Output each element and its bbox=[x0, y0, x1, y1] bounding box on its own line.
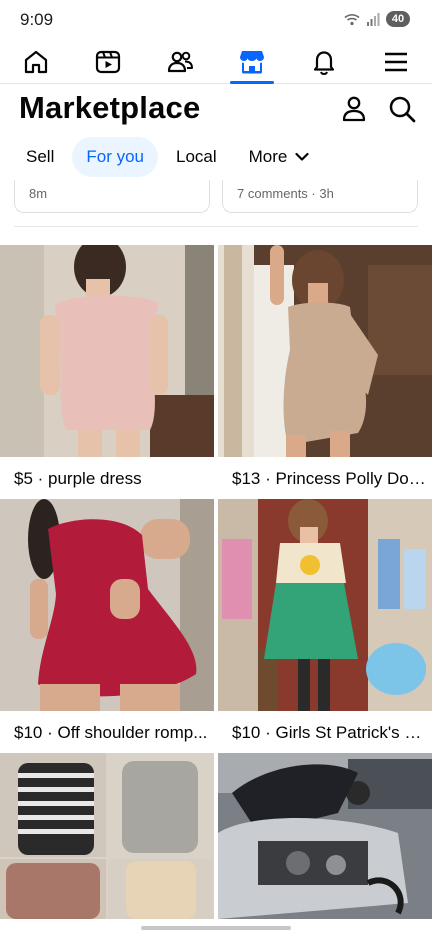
tab-notifications[interactable] bbox=[288, 40, 360, 83]
home-icon bbox=[24, 50, 48, 73]
marketplace-header: Marketplace bbox=[0, 88, 432, 132]
listing-caption: $10 · Girls St Patrick's D... bbox=[232, 723, 431, 742]
local-button[interactable]: Local bbox=[162, 137, 231, 177]
listing-photo bbox=[218, 499, 432, 711]
tab-menu[interactable] bbox=[360, 40, 432, 83]
status-icons: 40 bbox=[344, 11, 410, 27]
home-indicator bbox=[141, 926, 291, 930]
previous-card-left[interactable]: 8m bbox=[14, 180, 210, 213]
status-time: 9:09 bbox=[20, 10, 54, 29]
chevron-down-icon bbox=[295, 152, 309, 161]
status-bar: 9:09 40 bbox=[0, 0, 432, 38]
friends-icon bbox=[167, 51, 193, 72]
wifi-icon bbox=[344, 13, 360, 25]
listing-photo bbox=[0, 245, 214, 457]
for-you-button[interactable]: For you bbox=[72, 137, 158, 177]
listing-photo bbox=[0, 499, 214, 711]
notifications-icon bbox=[313, 50, 335, 75]
listing-card[interactable]: $10 · Off shoulder romp... bbox=[0, 499, 214, 753]
page-title: Marketplace bbox=[19, 90, 201, 125]
menu-icon bbox=[385, 52, 407, 71]
more-button[interactable]: More bbox=[235, 137, 324, 177]
card-meta: 8m bbox=[29, 186, 48, 201]
listing-card[interactable]: $5 · purple dress bbox=[0, 245, 214, 499]
listing-card[interactable]: $10 · Girls St Patrick's D... bbox=[218, 499, 432, 753]
listing-caption: $13 · Princess Polly Don... bbox=[232, 469, 432, 488]
tab-video[interactable] bbox=[72, 40, 144, 83]
listing-photo bbox=[218, 753, 432, 919]
listing-caption: $10 · Off shoulder romp... bbox=[14, 723, 208, 742]
listing-card[interactable]: $13 · Princess Polly Don... bbox=[218, 245, 432, 499]
filter-pills: Sell For you Local More bbox=[12, 137, 323, 177]
previous-card-right[interactable]: 7 comments · 3h bbox=[222, 180, 418, 213]
listing-caption: $5 · purple dress bbox=[14, 469, 142, 488]
listing-photo bbox=[218, 245, 432, 457]
tab-home[interactable] bbox=[0, 40, 72, 83]
tab-marketplace[interactable] bbox=[216, 40, 288, 84]
battery-icon: 40 bbox=[386, 11, 410, 27]
listing-card[interactable] bbox=[0, 753, 214, 919]
more-label: More bbox=[248, 147, 288, 166]
listing-card[interactable] bbox=[218, 753, 432, 919]
sell-button[interactable]: Sell bbox=[12, 137, 68, 177]
card-meta: 7 comments · 3h bbox=[237, 186, 334, 201]
search-icon[interactable] bbox=[387, 94, 417, 124]
signal-icon bbox=[367, 12, 380, 26]
divider bbox=[14, 226, 418, 227]
striped-sweater bbox=[18, 763, 94, 855]
top-nav bbox=[0, 40, 432, 84]
profile-icon[interactable] bbox=[339, 94, 369, 124]
listing-photo bbox=[0, 753, 214, 919]
tab-friends[interactable] bbox=[144, 40, 216, 83]
marketplace-icon bbox=[240, 50, 264, 73]
video-icon bbox=[95, 50, 121, 73]
